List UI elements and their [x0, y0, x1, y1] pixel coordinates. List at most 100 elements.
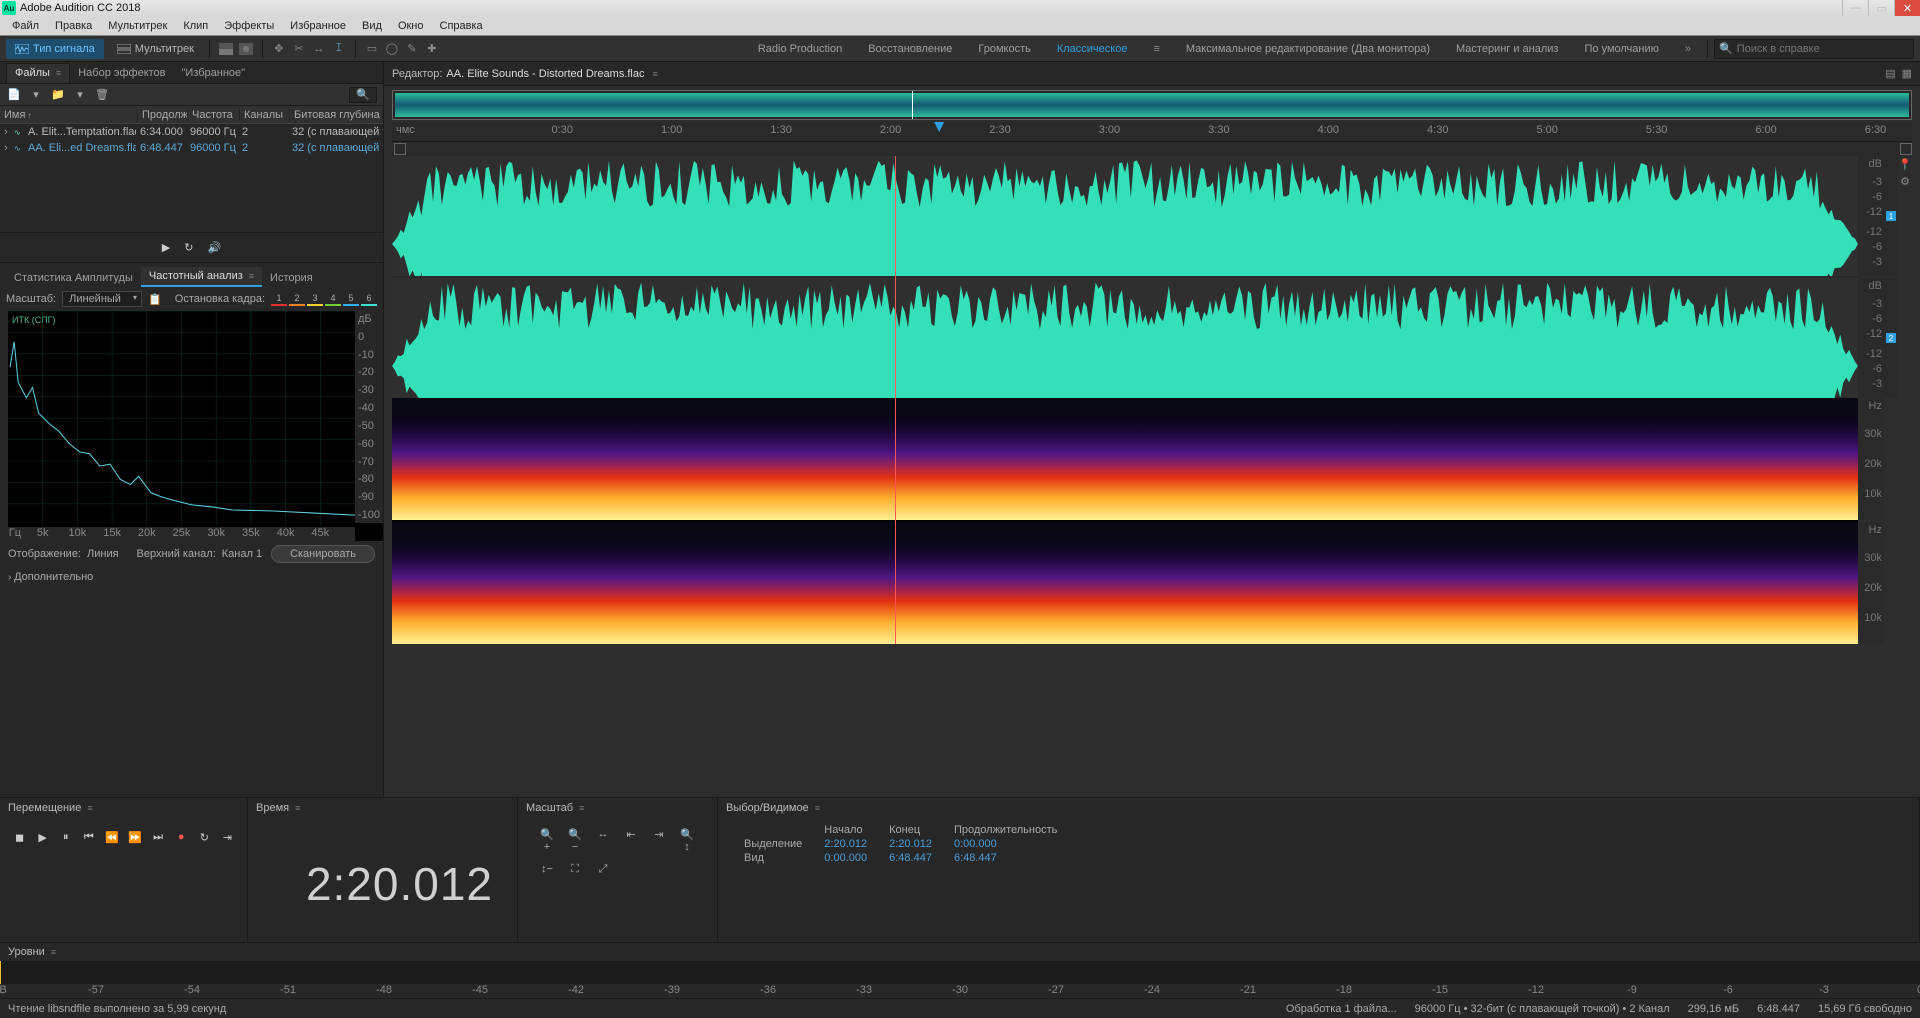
- panel-menu-icon[interactable]: ≡: [51, 947, 56, 957]
- workspace-mastering[interactable]: Мастеринг и анализ: [1456, 43, 1558, 55]
- pin-icon[interactable]: 📍: [1898, 158, 1912, 171]
- help-search-input[interactable]: 🔍 Поиск в справке: [1714, 39, 1914, 59]
- lasso-tool[interactable]: ◯: [382, 39, 402, 59]
- col-channels[interactable]: Каналы: [240, 109, 290, 121]
- freeze-slot-2[interactable]: 2: [289, 292, 305, 306]
- panel-menu-icon[interactable]: ≡: [815, 803, 820, 813]
- zoom-reset-icon[interactable]: ⛶: [566, 863, 584, 876]
- zoom-vertical-in-icon[interactable]: 🔍↕: [678, 828, 696, 853]
- open-file-icon[interactable]: 📄: [6, 87, 22, 103]
- zoom-full-icon[interactable]: ↔: [594, 828, 612, 853]
- waveform-display[interactable]: [392, 156, 1858, 398]
- stop-button[interactable]: ◼: [12, 828, 27, 846]
- preview-loop-button[interactable]: ↻: [184, 241, 193, 254]
- freeze-slot-3[interactable]: 3: [307, 292, 323, 306]
- record-button[interactable]: ●: [174, 828, 189, 846]
- sv-view-start[interactable]: 0:00.000: [816, 852, 875, 864]
- hud-toggle[interactable]: [394, 143, 406, 155]
- panel-menu-icon[interactable]: ≡: [249, 271, 254, 281]
- panel-menu-icon[interactable]: ≡: [653, 69, 658, 79]
- preview-autoplay-button[interactable]: 🔊: [207, 241, 221, 254]
- pause-button[interactable]: ⏸: [58, 828, 73, 846]
- workspace-maxedit[interactable]: Максимальное редактирование (Два монитор…: [1186, 43, 1430, 55]
- tab-effects-rack[interactable]: Набор эффектов: [70, 64, 173, 83]
- menu-effects[interactable]: Эффекты: [216, 20, 282, 32]
- time-selection-tool[interactable]: 𝙸: [329, 39, 349, 59]
- spectral-display[interactable]: [392, 398, 1858, 644]
- menu-view[interactable]: Вид: [354, 20, 390, 32]
- workspace-restore[interactable]: Восстановление: [868, 43, 952, 55]
- zoom-selection-icon[interactable]: ⇤: [622, 828, 640, 853]
- freeze-slot-4[interactable]: 4: [325, 292, 341, 306]
- forward-button[interactable]: ⏩: [127, 828, 142, 846]
- channel-badge[interactable]: 2: [1884, 278, 1898, 398]
- go-start-button[interactable]: ⏮: [81, 828, 96, 846]
- settings-icon[interactable]: ▦: [1902, 67, 1912, 80]
- panel-menu-icon[interactable]: ≡: [87, 803, 92, 813]
- menu-help[interactable]: Справка: [432, 20, 491, 32]
- window-maximize-button[interactable]: ▭: [1868, 0, 1894, 16]
- file-row[interactable]: › ∿ AA. Eli...ed Dreams.flac 6:48.447 96…: [0, 140, 383, 156]
- workspace-radio[interactable]: Radio Production: [758, 43, 842, 55]
- zoom-out-full-icon[interactable]: ⤢: [594, 863, 612, 876]
- frequency-chart[interactable]: ИТК (СПГ) дБ0-10-20-30-40-50-60-70-80-90…: [8, 311, 383, 541]
- heal-tool[interactable]: ✚: [422, 39, 442, 59]
- freeze-slot-6[interactable]: 6: [361, 292, 377, 306]
- waveform-view-button[interactable]: Тип сигнала: [6, 39, 104, 59]
- sv-selection-duration[interactable]: 0:00.000: [946, 838, 1065, 850]
- insert-icon[interactable]: ▾: [72, 87, 88, 103]
- panel-menu-icon[interactable]: ≡: [579, 803, 584, 813]
- copy-icon[interactable]: 📋: [148, 293, 162, 306]
- gear-icon[interactable]: ⚙: [1898, 175, 1912, 188]
- sv-view-end[interactable]: 6:48.447: [881, 852, 940, 864]
- brush-tool[interactable]: ✎: [402, 39, 422, 59]
- sv-view-duration[interactable]: 6:48.447: [946, 852, 1065, 864]
- expand-icon[interactable]: ›: [0, 126, 10, 138]
- skip-selection-button[interactable]: ⇥: [220, 828, 235, 846]
- tab-amplitude-stats[interactable]: Статистика Амплитуды: [6, 269, 141, 287]
- zoom-vertical-out-icon[interactable]: ↕−: [538, 863, 556, 876]
- marquee-tool[interactable]: ▭: [362, 39, 382, 59]
- go-end-button[interactable]: ⏭: [151, 828, 166, 846]
- time-ruler[interactable]: чмс 0:301:001:302:002:303:003:304:004:30…: [392, 122, 1912, 142]
- time-display[interactable]: 2:20.012: [306, 857, 493, 911]
- razor-tool[interactable]: ✂: [289, 39, 309, 59]
- scan-button[interactable]: Сканировать: [271, 545, 375, 563]
- display-mode-dropdown[interactable]: Линия: [87, 548, 119, 560]
- col-frequency[interactable]: Частота: [188, 109, 240, 121]
- sv-selection-end[interactable]: 2:20.012: [881, 838, 940, 850]
- tab-favorites[interactable]: "Избранное": [174, 64, 254, 83]
- menu-edit[interactable]: Правка: [47, 20, 100, 32]
- workspace-default[interactable]: По умолчанию: [1584, 43, 1658, 55]
- workspace-classic[interactable]: Классическое: [1057, 43, 1128, 55]
- workspace-overflow-icon[interactable]: »: [1685, 43, 1691, 55]
- close-file-icon[interactable]: 🗑: [94, 87, 110, 103]
- rewind-button[interactable]: ⏪: [104, 828, 119, 846]
- file-row[interactable]: › ∿ A. Elit...Temptation.flac 6:34.000 9…: [0, 124, 383, 140]
- workspace-loudness[interactable]: Громкость: [978, 43, 1030, 55]
- advanced-toggle[interactable]: › Дополнительно: [0, 567, 383, 587]
- window-close-button[interactable]: ✕: [1894, 0, 1920, 16]
- overview-waveform[interactable]: [392, 90, 1912, 120]
- zoom-in-icon[interactable]: 🔍+: [538, 828, 556, 853]
- col-bitdepth[interactable]: Битовая глубина: [290, 109, 383, 121]
- new-file-icon[interactable]: ▾: [28, 87, 44, 103]
- tab-history[interactable]: История: [262, 269, 321, 287]
- menu-multitrack[interactable]: Мультитрек: [100, 20, 175, 32]
- freeze-slot-5[interactable]: 5: [343, 292, 359, 306]
- hud-toggle[interactable]: [1900, 143, 1912, 155]
- preview-play-button[interactable]: ▶: [162, 241, 170, 254]
- import-icon[interactable]: 📁: [50, 87, 66, 103]
- tab-frequency-analysis[interactable]: Частотный анализ≡: [141, 267, 262, 287]
- spectral-pitch-toggle[interactable]: [236, 39, 256, 59]
- level-meter[interactable]: [0, 961, 1920, 984]
- scale-dropdown[interactable]: Линейный: [62, 291, 142, 307]
- menu-clip[interactable]: Клип: [175, 20, 216, 32]
- files-filter-input[interactable]: 🔍: [349, 87, 377, 103]
- top-channel-dropdown[interactable]: Канал 1: [222, 548, 262, 560]
- playhead-line[interactable]: [895, 398, 896, 644]
- panel-menu-icon[interactable]: ≡: [295, 803, 300, 813]
- layout-icon[interactable]: ▤: [1885, 67, 1895, 80]
- workspace-menu-icon[interactable]: ≡: [1153, 43, 1159, 55]
- playhead-marker[interactable]: [934, 122, 944, 132]
